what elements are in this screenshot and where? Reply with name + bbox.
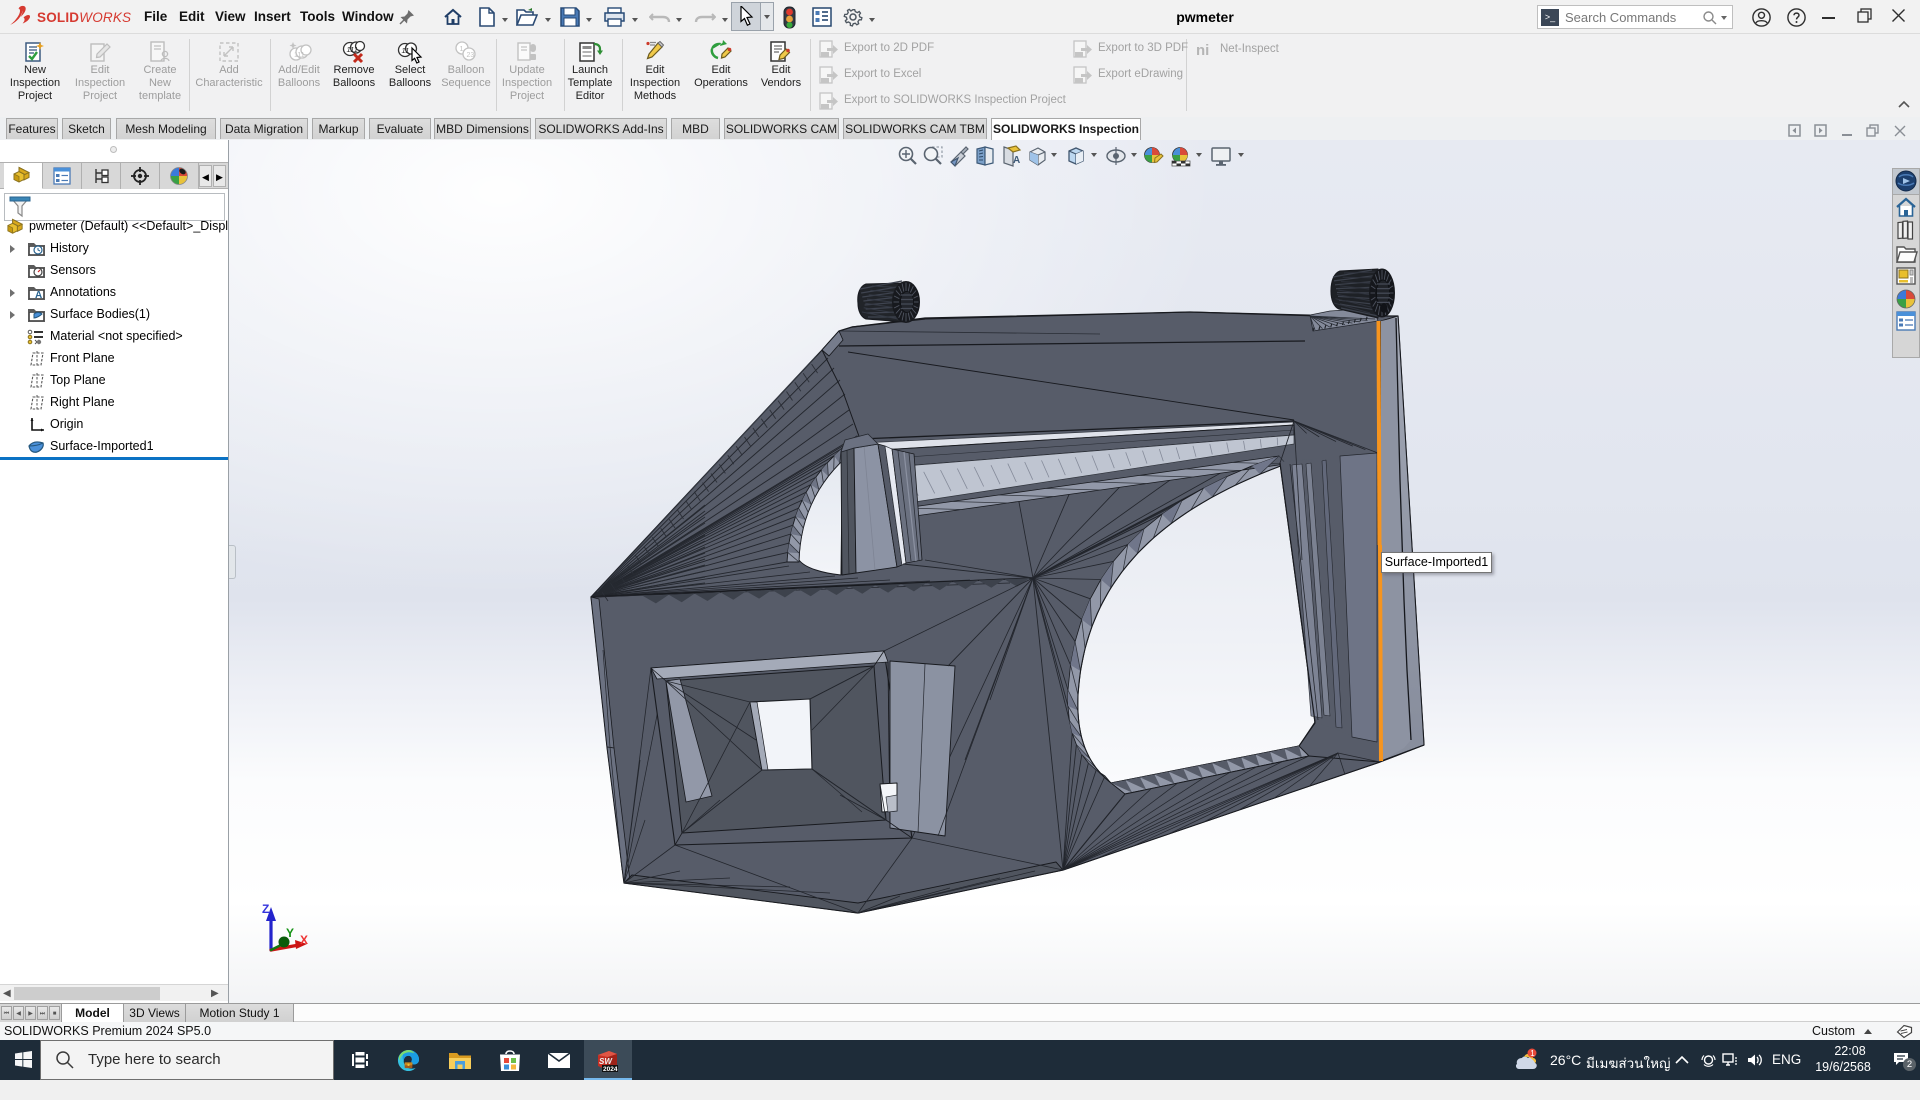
svg-text:A: A bbox=[35, 290, 42, 301]
svg-text:SW: SW bbox=[599, 1057, 613, 1066]
svg-text:A: A bbox=[1013, 155, 1020, 166]
svg-text:X: X bbox=[300, 933, 308, 947]
svg-text:Z: Z bbox=[262, 902, 269, 916]
svg-text:1: 1 bbox=[1530, 1049, 1535, 1058]
svg-text:2024: 2024 bbox=[603, 1066, 618, 1073]
svg-text:Y: Y bbox=[286, 926, 294, 940]
